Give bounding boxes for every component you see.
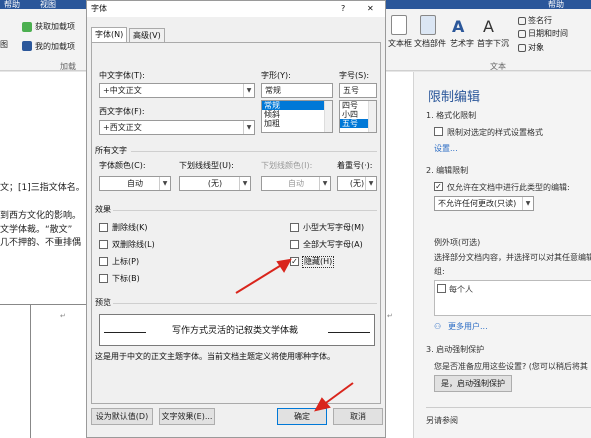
arrow-to-ok — [314, 382, 354, 412]
annotation-arrows — [235, 258, 354, 412]
arrow-head — [276, 258, 292, 273]
arrow-shaft — [235, 263, 284, 294]
arrow-shaft — [322, 382, 354, 406]
arrow-head — [314, 397, 331, 412]
arrow-to-hidden — [235, 258, 292, 294]
